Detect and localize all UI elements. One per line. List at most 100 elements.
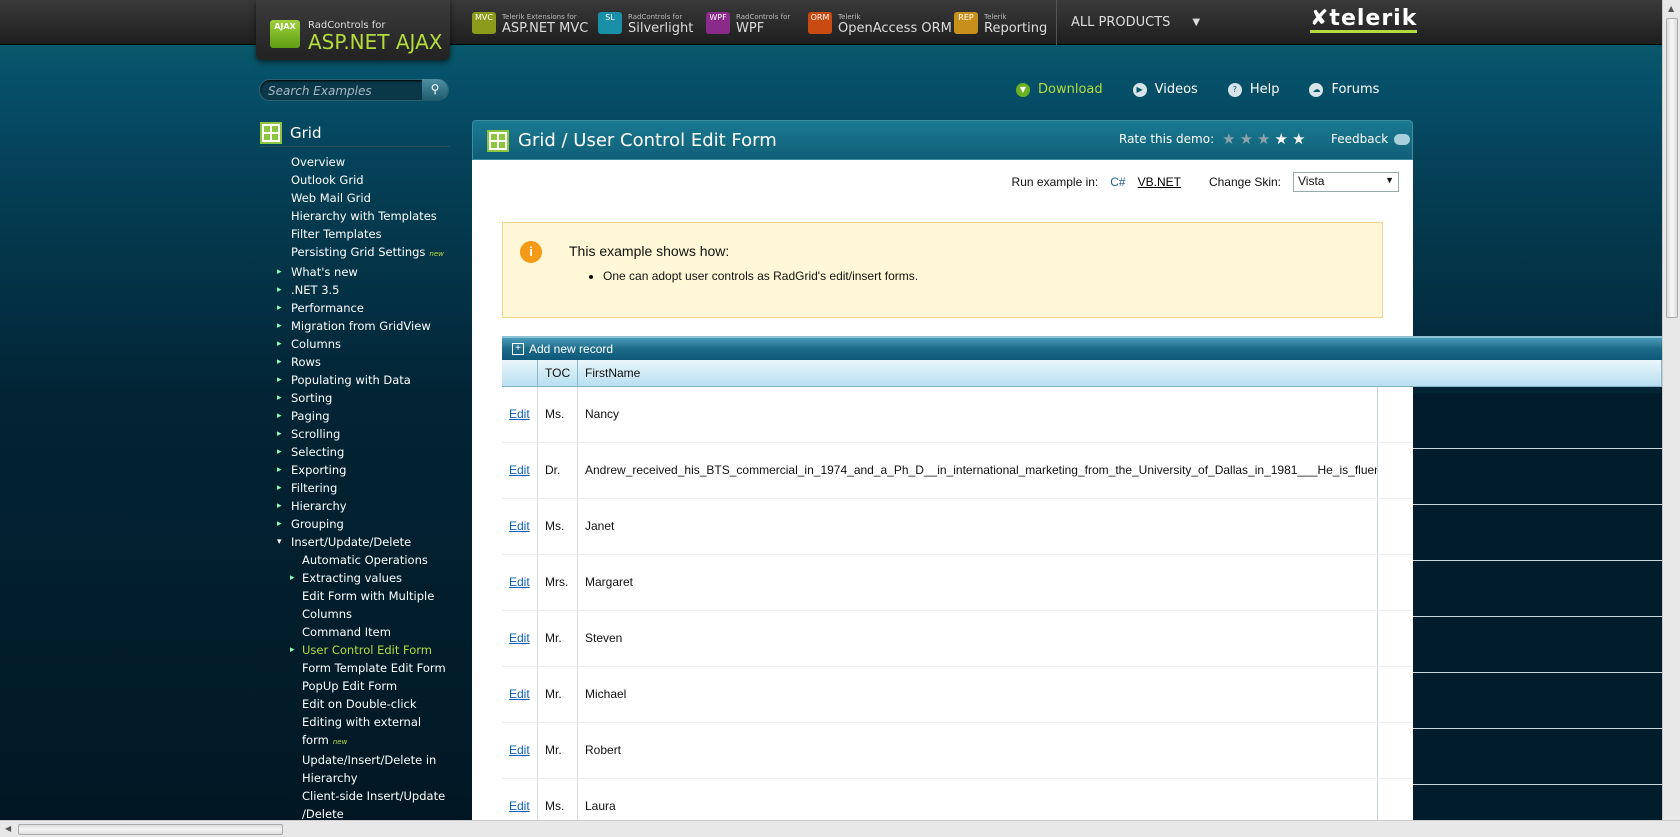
sidebar-item[interactable]: Columns	[260, 335, 450, 353]
toc-cell: Mrs.	[538, 555, 578, 610]
lang-cs-link[interactable]: C#	[1110, 175, 1125, 189]
telerik-logo[interactable]: ✘telerik	[1310, 8, 1418, 33]
edit-link[interactable]: Edit	[509, 463, 530, 477]
download-link[interactable]: ▼ Download	[1016, 82, 1103, 97]
star-icon[interactable]: ★	[1222, 132, 1235, 147]
lang-vb-link[interactable]: VB.NET	[1138, 175, 1181, 189]
horizontal-scrollbar[interactable]: ◀	[0, 820, 1680, 837]
skin-select[interactable]: Vista ▼	[1293, 172, 1399, 192]
sidebar-item[interactable]: Grouping	[260, 515, 450, 533]
edit-cell: Edit	[502, 723, 538, 778]
chevron-down-icon: ▼	[1385, 175, 1394, 185]
sidebar-item[interactable]: Insert/Update/Delete	[260, 533, 450, 551]
sidebar-item[interactable]: Editing with external form new	[260, 713, 450, 751]
sidebar-item[interactable]: Paging	[260, 407, 450, 425]
sidebar-item-label: Client-side Insert/Update /Delete	[302, 789, 446, 821]
product-name: ASP.NET MVC	[502, 21, 589, 36]
product-text: RadControls for WPF	[736, 12, 790, 35]
scroll-up-icon[interactable]: ▲	[1668, 4, 1674, 13]
edit-link[interactable]: Edit	[509, 687, 530, 701]
sidebar-header[interactable]: Grid	[260, 122, 450, 147]
product-link[interactable]: MVC Telerik Extensions for ASP.NET MVC	[472, 10, 588, 36]
sidebar-item[interactable]: Form Template Edit Form	[260, 659, 450, 677]
sidebar-item[interactable]: Filter Templates	[260, 225, 450, 243]
sidebar-item[interactable]: Web Mail Grid	[260, 189, 450, 207]
vertical-scrollbar[interactable]: ▲	[1662, 0, 1680, 820]
sidebar-item[interactable]: Hierarchy	[260, 497, 450, 515]
sidebar-item[interactable]: Selecting	[260, 443, 450, 461]
product-link[interactable]: SL RadControls for Silverlight	[598, 10, 693, 36]
sidebar-item[interactable]: User Control Edit Form	[260, 641, 450, 659]
sidebar-item[interactable]: What's new	[260, 263, 450, 281]
product-text: Telerik Extensions for ASP.NET MVC	[502, 12, 589, 36]
sidebar-item[interactable]: Performance	[260, 299, 450, 317]
sidebar-item[interactable]: Extracting values	[260, 569, 450, 587]
sidebar-item[interactable]: Client-side Insert/Update /Delete	[260, 787, 450, 823]
star-icon[interactable]: ★	[1240, 132, 1253, 147]
scroll-left-icon[interactable]: ◀	[5, 824, 11, 833]
sidebar-item[interactable]: Exporting	[260, 461, 450, 479]
info-list: One can adopt user controls as RadGrid's…	[569, 269, 918, 283]
product-link[interactable]: REP Telerik Reporting	[954, 10, 1047, 36]
sidebar-item[interactable]: Filtering	[260, 479, 450, 497]
add-new-record-button[interactable]: Add new record	[529, 342, 613, 356]
edit-link[interactable]: Edit	[509, 631, 530, 645]
new-badge: new	[332, 738, 348, 746]
sidebar-item-label: Automatic Operations	[302, 553, 428, 567]
sidebar-item[interactable]: Persisting Grid Settings new	[260, 243, 450, 263]
sidebar-item-label: Overview	[291, 155, 346, 169]
sidebar-item[interactable]: Rows	[260, 353, 450, 371]
sidebar-item[interactable]: Overview	[260, 153, 450, 171]
product-link[interactable]: ORM Telerik OpenAccess ORM	[808, 10, 952, 36]
sidebar-item[interactable]: Automatic Operations	[260, 551, 450, 569]
star-icon[interactable]: ★	[1274, 132, 1287, 147]
edit-link[interactable]: Edit	[509, 519, 530, 533]
edit-link[interactable]: Edit	[509, 743, 530, 757]
sidebar-item-label: Persisting Grid Settings	[291, 245, 426, 259]
sidebar-item[interactable]: .NET 3.5	[260, 281, 450, 299]
sidebar-item[interactable]: PopUp Edit Form	[260, 677, 450, 695]
rate-demo: Rate this demo: ★ ★ ★ ★ ★	[1119, 132, 1305, 147]
feedback-link[interactable]: Feedback	[1331, 132, 1411, 146]
header-firstname[interactable]: FirstName	[578, 360, 1662, 386]
toc-cell: Ms.	[538, 387, 578, 442]
sidebar-item[interactable]: Command Item	[260, 623, 450, 641]
search-button[interactable]: ⚲	[422, 79, 448, 101]
header-toc[interactable]: TOC	[538, 360, 578, 386]
brand-logo[interactable]: AJAX RadControls for ASP.NET AJAX	[256, 0, 450, 60]
sidebar-item[interactable]: Populating with Data	[260, 371, 450, 389]
grid-header: TOC FirstName	[502, 360, 1662, 387]
sidebar-item-label: Filtering	[291, 481, 338, 495]
sidebar-item[interactable]: Scrolling	[260, 425, 450, 443]
edit-link[interactable]: Edit	[509, 407, 530, 421]
grid-command-bar: + Add new record	[502, 336, 1662, 360]
sidebar-item[interactable]: Update/Insert/Delete in Hierarchy	[260, 751, 450, 787]
grid-icon	[260, 122, 282, 144]
edit-link[interactable]: Edit	[509, 575, 530, 589]
sidebar-item[interactable]: Edit Form with Multiple Columns	[260, 587, 450, 623]
edit-link[interactable]: Edit	[509, 799, 530, 813]
search-input[interactable]	[266, 82, 421, 100]
help-link[interactable]: ? Help	[1227, 82, 1279, 97]
sidebar-item-label: PopUp Edit Form	[302, 679, 398, 693]
forums-link[interactable]: ☁ Forums	[1309, 82, 1379, 97]
star-icon[interactable]: ★	[1292, 132, 1305, 147]
vertical-scroll-thumb[interactable]	[1666, 18, 1678, 318]
sidebar-item[interactable]: Migration from GridView	[260, 317, 450, 335]
product-link[interactable]: WPF RadControls for WPF	[706, 10, 790, 36]
demo-header: Grid / User Control Edit Form Rate this …	[472, 120, 1413, 160]
star-icon[interactable]: ★	[1257, 132, 1270, 147]
sidebar-item[interactable]: Outlook Grid	[260, 171, 450, 189]
plus-icon[interactable]: +	[512, 343, 524, 355]
sidebar-item[interactable]: Edit on Double-click	[260, 695, 450, 713]
product-badge-icon: ORM	[808, 12, 832, 34]
sidebar-item-label: Filter Templates	[291, 227, 382, 241]
videos-link[interactable]: ▶ Videos	[1132, 82, 1198, 97]
all-products-menu[interactable]: ALL PRODUCTS ▼	[1056, 0, 1200, 45]
skin-value: Vista	[1298, 174, 1325, 188]
star-rating[interactable]: ★ ★ ★ ★ ★	[1222, 132, 1305, 147]
sidebar-item[interactable]: Hierarchy with Templates	[260, 207, 450, 225]
sidebar-item[interactable]: Sorting	[260, 389, 450, 407]
horizontal-scroll-thumb[interactable]	[18, 824, 283, 835]
videos-label: Videos	[1154, 82, 1198, 97]
